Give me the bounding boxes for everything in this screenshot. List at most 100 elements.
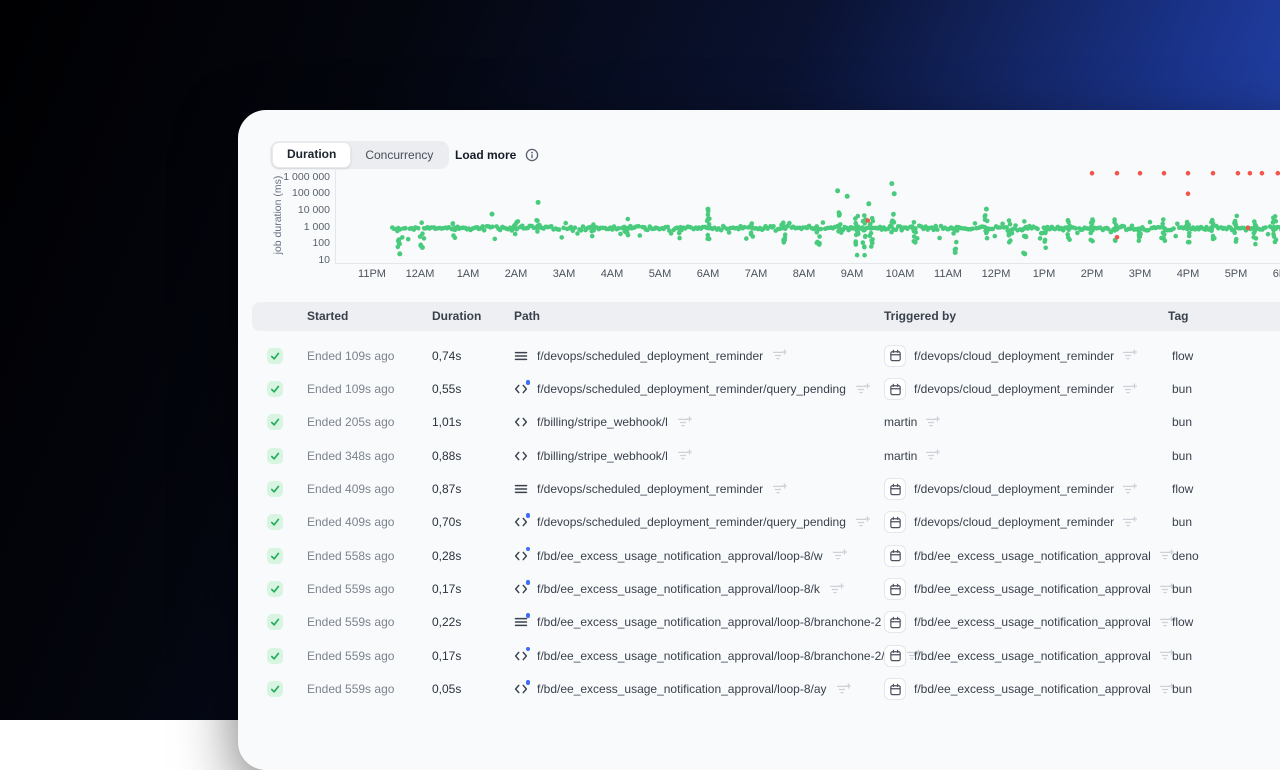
triggered-by-cell: f/devops/cloud_deployment_reminder	[884, 372, 1137, 405]
filter-icon[interactable]	[772, 483, 787, 496]
triggered-by-text[interactable]: f/devops/cloud_deployment_reminder	[914, 515, 1114, 529]
success-status-badge	[267, 614, 283, 630]
triggered-by-text[interactable]: f/devops/cloud_deployment_reminder	[914, 349, 1114, 363]
path-link[interactable]: f/devops/scheduled_deployment_reminder/q…	[537, 382, 846, 396]
triggered-by-cell: f/bd/ee_excess_usage_notification_approv…	[884, 606, 1174, 639]
path-link[interactable]: f/billing/stripe_webhook/l	[537, 415, 668, 429]
filter-icon[interactable]	[832, 549, 847, 562]
column-header-started: Started	[307, 302, 348, 331]
table-row[interactable]: Ended 348s ago0,88sf/billing/stripe_webh…	[238, 439, 1280, 472]
success-status-badge	[267, 514, 283, 530]
filter-icon[interactable]	[677, 449, 692, 462]
notification-dot	[526, 680, 531, 685]
success-status-badge	[267, 481, 283, 497]
x-tick-label: 5AM	[636, 268, 684, 280]
check-icon	[269, 616, 281, 628]
table-row[interactable]: Ended 559s ago0,17sf/bd/ee_excess_usage_…	[238, 639, 1280, 672]
started-cell: Ended 409s ago	[307, 472, 394, 505]
table-row[interactable]: Ended 409s ago0,87sf/devops/scheduled_de…	[238, 472, 1280, 505]
filter-icon[interactable]	[855, 516, 870, 529]
path-link[interactable]: f/bd/ee_excess_usage_notification_approv…	[537, 615, 881, 629]
status-cell	[267, 606, 283, 639]
schedule-chip	[884, 545, 906, 567]
x-tick-label: 9AM	[828, 268, 876, 280]
table-row[interactable]: Ended 558s ago0,28sf/bd/ee_excess_usage_…	[238, 539, 1280, 572]
filter-icon[interactable]	[1122, 483, 1137, 496]
status-cell	[267, 672, 283, 705]
triggered-by-text[interactable]: f/bd/ee_excess_usage_notification_approv…	[914, 582, 1151, 596]
calendar-icon	[889, 349, 902, 362]
success-status-badge	[267, 681, 283, 697]
table-row[interactable]: Ended 559s ago0,17sf/bd/ee_excess_usage_…	[238, 572, 1280, 605]
triggered-by-cell: martin	[884, 439, 940, 472]
triggered-by-text[interactable]: f/devops/cloud_deployment_reminder	[914, 382, 1114, 396]
triggered-by-text[interactable]: f/bd/ee_excess_usage_notification_approv…	[914, 682, 1151, 696]
started-cell: Ended 109s ago	[307, 372, 394, 405]
path-link[interactable]: f/billing/stripe_webhook/l	[537, 449, 668, 463]
x-tick-label: 2PM	[1068, 268, 1116, 280]
table-row[interactable]: Ended 109s ago 0,55s f/devops/scheduled_de…	[238, 372, 1280, 405]
filter-icon[interactable]	[925, 449, 940, 462]
y-tick-label: 100 000	[258, 187, 330, 199]
schedule-chip	[884, 345, 906, 367]
table-row[interactable]: Ended 205s ago1,01sf/billing/stripe_webh…	[238, 406, 1280, 439]
x-tick-label: 4AM	[588, 268, 636, 280]
table-row[interactable]: Ended 409s ago0,70sf/devops/scheduled_de…	[238, 506, 1280, 539]
filter-icon[interactable]	[1122, 383, 1137, 396]
path-cell: f/bd/ee_excess_usage_notification_approv…	[514, 572, 844, 605]
path-cell: f/bd/ee_excess_usage_notification_approv…	[514, 606, 905, 639]
tag-cell: bun	[1172, 439, 1192, 472]
triggered-by-cell: f/bd/ee_excess_usage_notification_approv…	[884, 672, 1174, 705]
notification-dot	[526, 647, 531, 652]
path-cell: f/billing/stripe_webhook/l	[514, 406, 692, 439]
tag-cell: bun	[1172, 406, 1192, 439]
filter-icon[interactable]	[1122, 516, 1137, 529]
triggered-by-text[interactable]: f/devops/cloud_deployment_reminder	[914, 482, 1114, 496]
triggered-by-text[interactable]: f/bd/ee_excess_usage_notification_approv…	[914, 649, 1151, 663]
path-link[interactable]: f/devops/scheduled_deployment_reminder	[537, 482, 763, 496]
schedule-chip	[884, 678, 906, 700]
duration-cell: 0,55s	[432, 372, 461, 405]
filter-icon[interactable]	[925, 416, 940, 429]
path-link[interactable]: f/bd/ee_excess_usage_notification_approv…	[537, 649, 897, 663]
filter-icon[interactable]	[836, 683, 851, 696]
triggered-by-text[interactable]: martin	[884, 449, 917, 463]
table-row[interactable]: Ended 109s ago0,74sf/devops/scheduled_de…	[238, 339, 1280, 372]
filter-icon[interactable]	[772, 349, 787, 362]
filter-icon[interactable]	[855, 383, 870, 396]
path-cell: f/devops/scheduled_deployment_reminder	[514, 339, 787, 372]
calendar-icon	[889, 383, 902, 396]
column-header-tag: Tag	[1168, 302, 1188, 331]
triggered-by-text[interactable]: f/bd/ee_excess_usage_notification_approv…	[914, 549, 1151, 563]
path-link[interactable]: f/devops/scheduled_deployment_reminder	[537, 349, 763, 363]
notification-dot	[526, 613, 531, 618]
success-status-badge	[267, 648, 283, 664]
triggered-by-cell: f/bd/ee_excess_usage_notification_approv…	[884, 572, 1174, 605]
script-icon-wrap	[514, 649, 528, 663]
table-row[interactable]: Ended 559s ago0,22sf/bd/ee_excess_usage_…	[238, 606, 1280, 639]
table-row[interactable]: Ended 559s ago0,05sf/bd/ee_excess_usage_…	[238, 672, 1280, 705]
path-link[interactable]: f/devops/scheduled_deployment_reminder/q…	[537, 515, 846, 529]
tag-cell: bun	[1172, 506, 1192, 539]
check-icon	[269, 383, 281, 395]
runs-table: Ended 109s ago 0,74s f/devops/scheduled_de…	[238, 339, 1280, 706]
x-tick-label: 3PM	[1116, 268, 1164, 280]
triggered-by-text[interactable]: f/bd/ee_excess_usage_notification_approv…	[914, 615, 1151, 629]
path-link[interactable]: f/bd/ee_excess_usage_notification_approv…	[537, 682, 827, 696]
status-cell	[267, 339, 283, 372]
flow-list-icon	[514, 482, 528, 496]
path-link[interactable]: f/bd/ee_excess_usage_notification_approv…	[537, 549, 823, 563]
filter-icon[interactable]	[829, 583, 844, 596]
path-link[interactable]: f/bd/ee_excess_usage_notification_approv…	[537, 582, 820, 596]
duration-cell: 0,17s	[432, 639, 461, 672]
filter-icon[interactable]	[677, 416, 692, 429]
column-header-triggered-by: Triggered by	[884, 302, 956, 331]
filter-icon[interactable]	[1122, 349, 1137, 362]
path-cell: f/devops/scheduled_deployment_reminder/q…	[514, 506, 870, 539]
check-icon	[269, 550, 281, 562]
duration-cell: 1,01s	[432, 406, 461, 439]
tag-cell: bun	[1172, 639, 1192, 672]
triggered-by-text[interactable]: martin	[884, 415, 917, 429]
x-tick-label: 5PM	[1212, 268, 1260, 280]
duration-cell: 0,74s	[432, 339, 461, 372]
